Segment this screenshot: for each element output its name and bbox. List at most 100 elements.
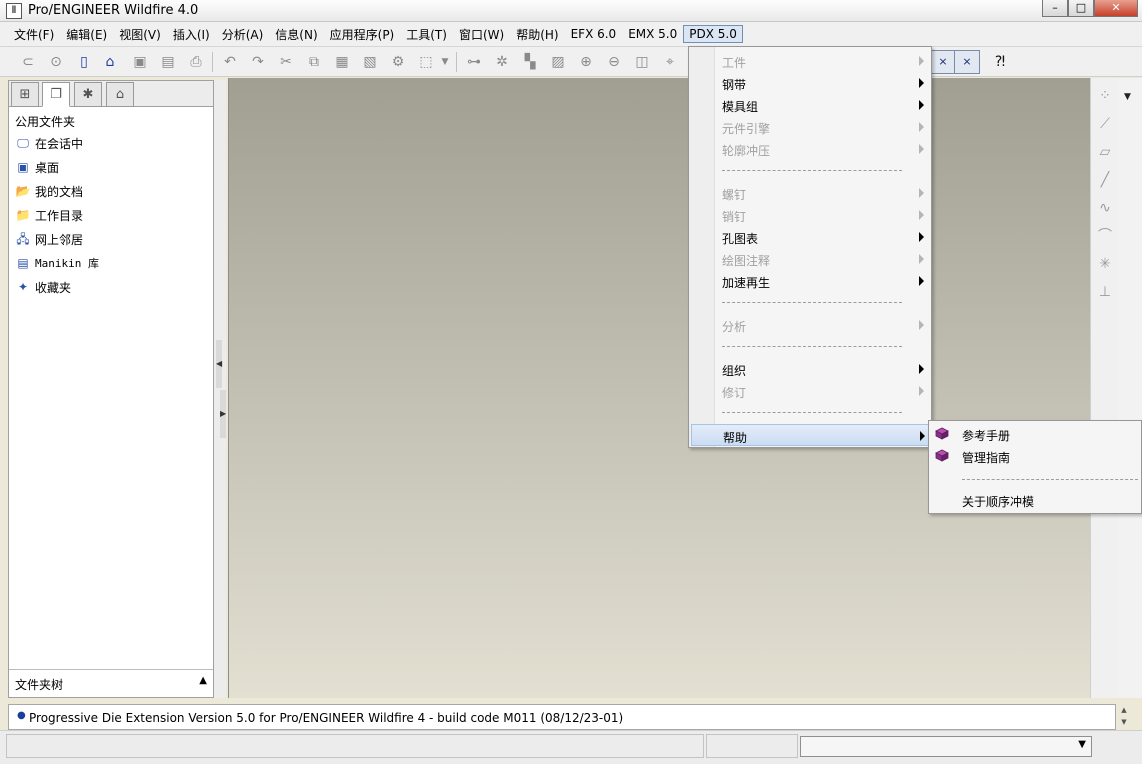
menu-1[interactable]: 编辑(E): [60, 24, 113, 45]
folder-item[interactable]: ✦ 收藏夹: [15, 275, 213, 299]
folder-item[interactable]: 🖧 网上邻居: [15, 227, 213, 251]
sketch-tool-icon[interactable]: ⌒: [1095, 226, 1115, 246]
spin-center-icon[interactable]: ✲: [492, 52, 512, 72]
datum-point-icon[interactable]: ⁘: [1095, 86, 1115, 106]
pdx-menu-item[interactable]: 帮助: [691, 424, 929, 446]
submenu-arrow-icon: [919, 254, 924, 264]
connections-tab-icon[interactable]: ⌂: [106, 82, 134, 107]
menu-12[interactable]: PDX 5.0: [683, 25, 743, 43]
pdx-menu-item-label: 螺钉: [722, 188, 747, 202]
folder-item[interactable]: 📂 我的文档: [15, 179, 213, 203]
menu-6[interactable]: 应用程序(P): [324, 24, 401, 45]
menu-11[interactable]: EMX 5.0: [622, 25, 683, 43]
window-controls: – □ ✕: [1042, 0, 1138, 18]
filter-select[interactable]: ▼: [800, 736, 1092, 757]
menu-5[interactable]: 信息(N): [269, 24, 323, 45]
folder-item[interactable]: 🖵 在会话中: [15, 131, 213, 155]
paste-special-icon[interactable]: ▧: [360, 52, 380, 72]
view-manager-icon[interactable]: ⊶: [464, 52, 484, 72]
folder-tree-bar[interactable]: 文件夹树 ▲: [9, 669, 213, 697]
curve-icon[interactable]: ∿: [1095, 198, 1115, 218]
context-help-icon[interactable]: ⁈: [990, 52, 1010, 72]
menu-0[interactable]: 文件(F): [8, 24, 60, 45]
panel-splitter[interactable]: ◀ ▶: [214, 80, 226, 698]
close-button[interactable]: ✕: [1094, 0, 1138, 17]
folder-item-label: 我的文档: [35, 184, 84, 199]
menu-9[interactable]: 帮助(H): [510, 24, 564, 45]
copy-icon[interactable]: ⧉: [304, 52, 324, 72]
pdx-menu-item-label: 工件: [722, 56, 747, 70]
undo-icon[interactable]: ↶: [220, 52, 240, 72]
collapse-left-icon[interactable]: ◀: [216, 340, 222, 388]
expand-up-icon[interactable]: ▲: [199, 675, 207, 686]
submenu-arrow-icon: [920, 431, 925, 441]
pdx-menu-item[interactable]: 钢带: [691, 72, 929, 94]
datum-axis-icon[interactable]: ⟋: [1095, 114, 1115, 134]
repaint-icon[interactable]: ▨: [548, 52, 568, 72]
link-icon[interactable]: ⊙: [46, 52, 66, 72]
graphics-window[interactable]: [228, 78, 1090, 698]
message-scroll[interactable]: ▲ ▼: [1117, 704, 1131, 730]
folder-item[interactable]: ▤ Manikin 库: [15, 251, 213, 275]
help-submenu-item[interactable]: 管理指南: [931, 445, 1141, 467]
pdx-menu-item: 销钉: [691, 204, 929, 226]
pdx-menu-item[interactable]: 孔图表: [691, 226, 929, 248]
toolbar-menu-arrow-icon[interactable]: ▼: [1124, 92, 1131, 102]
chevron-down-icon[interactable]: ▼: [1078, 739, 1086, 750]
menu-2[interactable]: 视图(V): [113, 24, 167, 45]
help-submenu-item[interactable]: 参考手册: [931, 423, 1141, 445]
favorites-tab-icon[interactable]: ✱: [74, 82, 102, 107]
regenerate-icon[interactable]: ⚙: [388, 52, 408, 72]
pdx-menu-item[interactable]: 模具组: [691, 94, 929, 116]
menu-4[interactable]: 分析(A): [216, 24, 270, 45]
pdx-menu-item: 螺钉: [691, 182, 929, 204]
submenu-arrow-icon: [919, 232, 924, 242]
datum-plane-icon[interactable]: ▱: [1095, 142, 1115, 162]
print-icon[interactable]: ⎙: [186, 52, 206, 72]
zoom-out-icon[interactable]: ⊖: [604, 52, 624, 72]
desktop-icon: ▣: [17, 159, 29, 174]
sketch-line-icon[interactable]: ╱: [1095, 170, 1115, 190]
new-session-icon[interactable]: ⊂: [18, 52, 38, 72]
save-icon[interactable]: ▣: [130, 52, 150, 72]
open-folder-icon[interactable]: ⌂: [100, 52, 120, 72]
menu-8[interactable]: 窗口(W): [453, 24, 510, 45]
refit-icon[interactable]: ◫: [632, 52, 652, 72]
pdx-menu-item[interactable]: 加速再生: [691, 270, 929, 292]
model-tree-tab-icon[interactable]: ⊞: [11, 82, 39, 107]
pdx-menu-item-label: 孔图表: [722, 232, 759, 246]
menu-7[interactable]: 工具(T): [400, 24, 453, 45]
pdx-menu-item-label: 加速再生: [722, 276, 771, 290]
maximize-button[interactable]: □: [1068, 0, 1094, 17]
expand-right-icon[interactable]: ▶: [220, 390, 226, 438]
coordinate-system-icon[interactable]: ⊥: [1095, 282, 1115, 302]
submenu-arrow-icon: [919, 78, 924, 88]
folder-browser-tab-icon[interactable]: ❐: [42, 82, 70, 107]
help-submenu-item-label: 关于顺序冲模: [962, 495, 1035, 509]
folder-item[interactable]: 📁 工作目录: [15, 203, 213, 227]
submenu-arrow-icon: [919, 122, 924, 132]
datum-axis-display-icon[interactable]: ⨯: [930, 50, 956, 74]
menu-10[interactable]: EFX 6.0: [565, 25, 623, 43]
select-box-icon[interactable]: ⬚: [416, 52, 436, 72]
save-copy-icon[interactable]: ▤: [158, 52, 178, 72]
point-cross-icon[interactable]: ✳: [1095, 254, 1115, 274]
folder-item[interactable]: ▣ 桌面: [15, 155, 213, 179]
menu-3[interactable]: 插入(I): [167, 24, 216, 45]
new-file-icon[interactable]: ▯: [74, 52, 94, 72]
help-submenu-item[interactable]: 关于顺序冲模: [931, 489, 1141, 511]
orient-icon[interactable]: ▚: [520, 52, 540, 72]
paste-icon[interactable]: ▦: [332, 52, 352, 72]
minimize-button[interactable]: –: [1042, 0, 1068, 17]
select-dropdown-icon[interactable]: ▼: [438, 52, 452, 72]
menu-separator: [722, 302, 902, 303]
cut-icon[interactable]: ✂: [276, 52, 296, 72]
session-monitor-icon: 🖵: [17, 135, 29, 150]
status-cell-main: [6, 734, 704, 758]
saved-view-icon[interactable]: ⌖: [660, 52, 680, 72]
pdx-menu-item[interactable]: 组织: [691, 358, 929, 380]
submenu-arrow-icon: [919, 210, 924, 220]
coordinate-system-display-icon[interactable]: ⨯: [954, 50, 980, 74]
redo-icon[interactable]: ↷: [248, 52, 268, 72]
zoom-in-icon[interactable]: ⊕: [576, 52, 596, 72]
